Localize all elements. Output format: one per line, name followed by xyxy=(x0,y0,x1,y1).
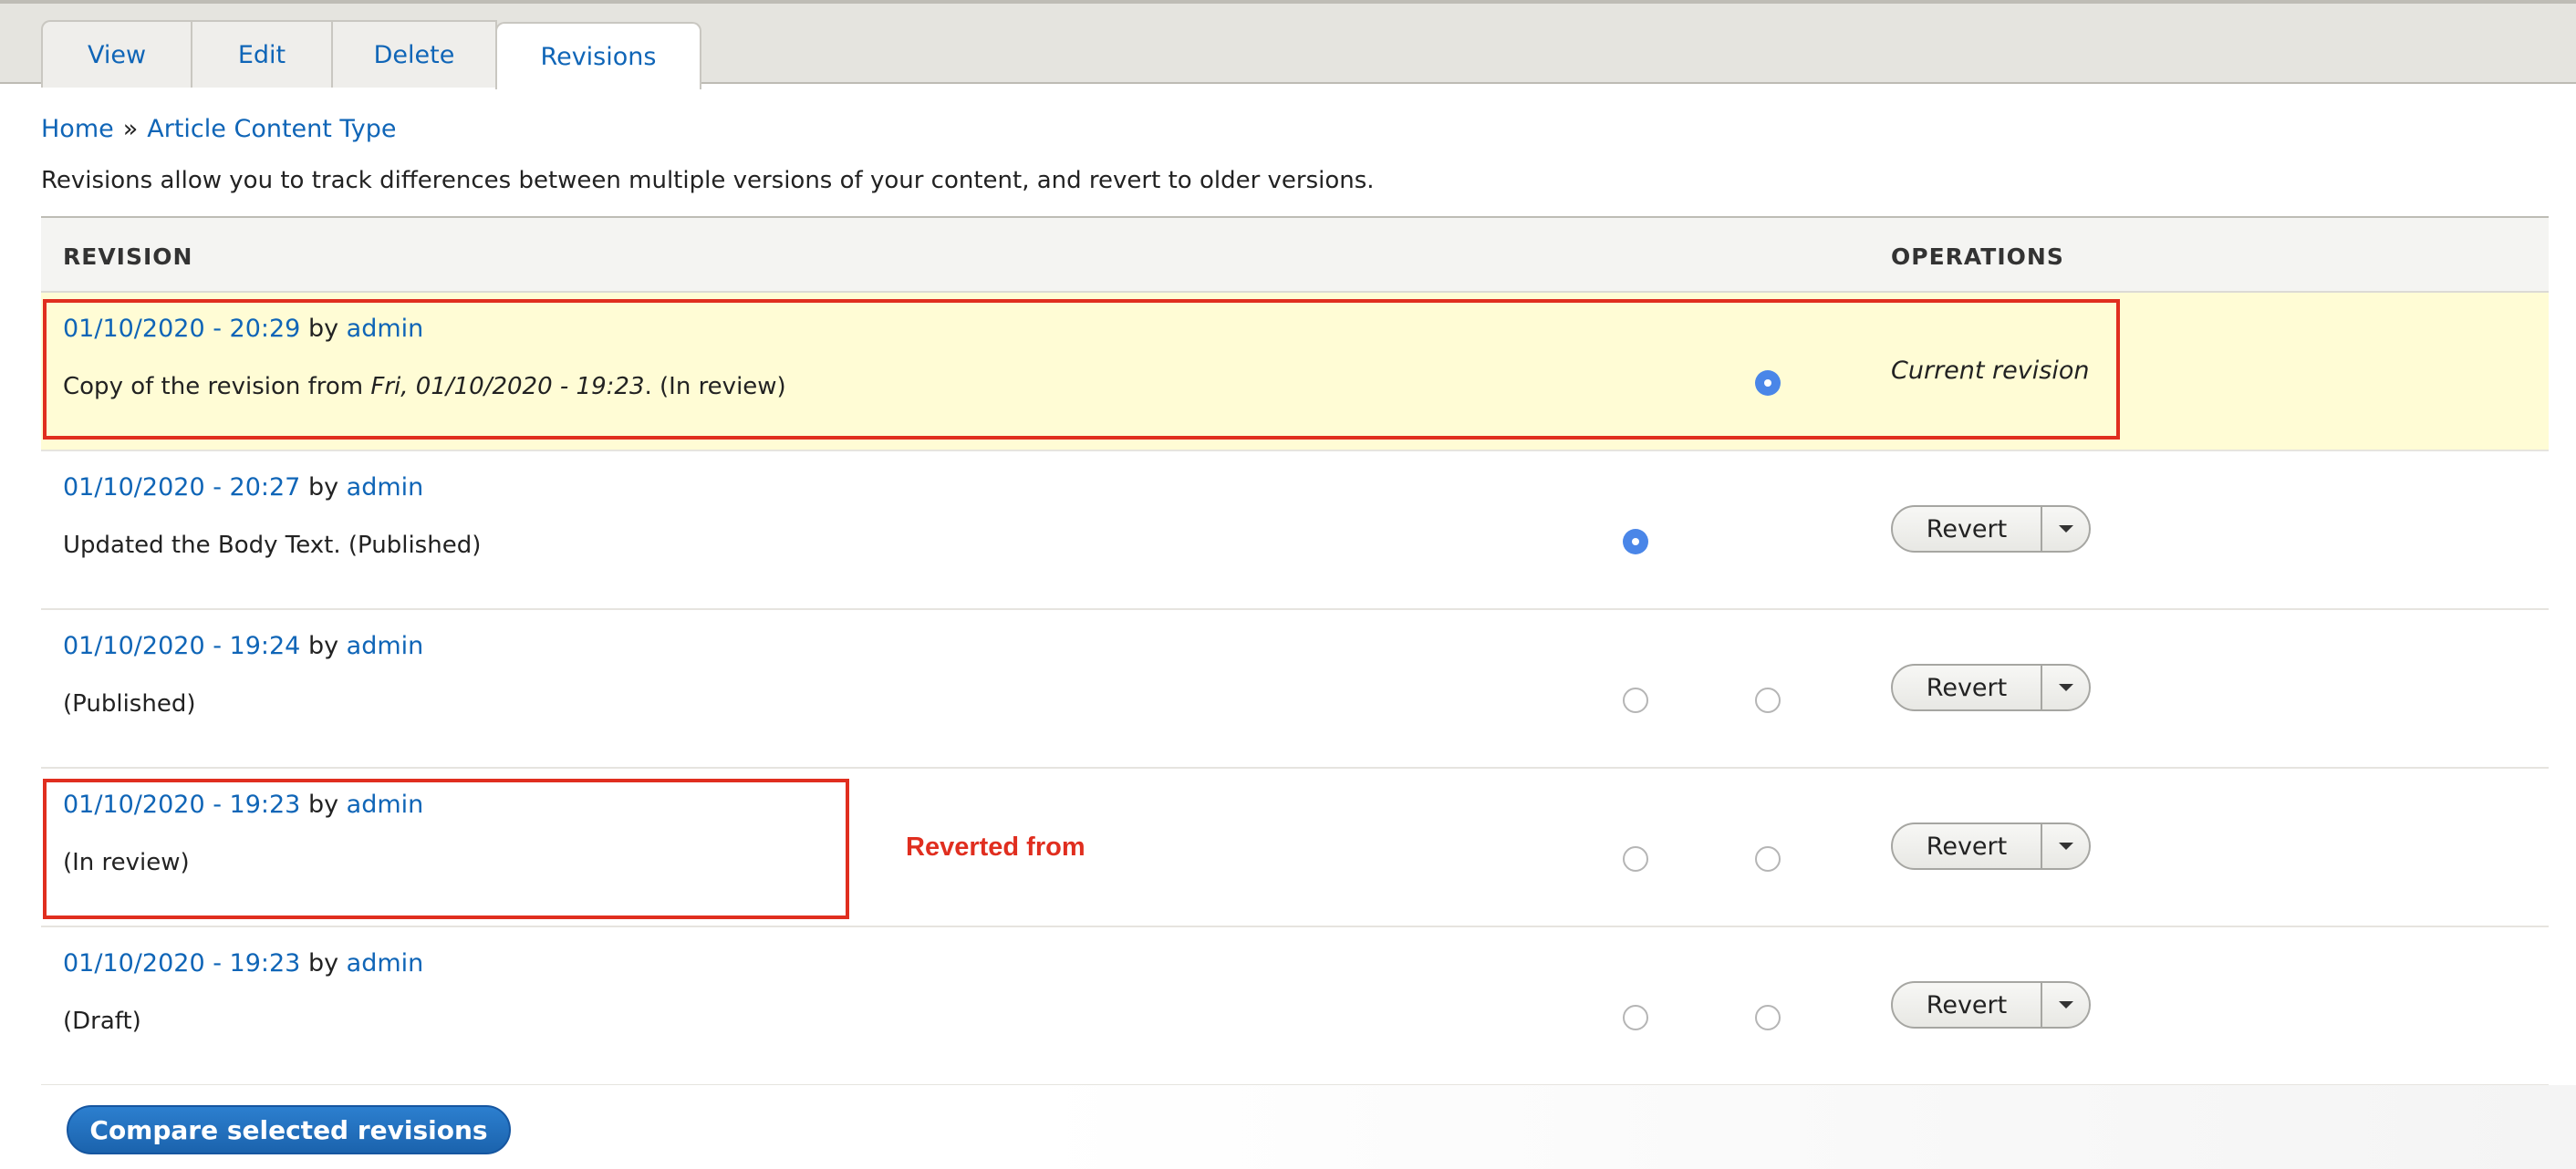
intro-text: Revisions allow you to track differences… xyxy=(41,167,1375,194)
tab-edit[interactable]: Edit xyxy=(191,20,333,88)
revision-meta: 01/10/2020 - 20:27 by admin xyxy=(63,473,423,502)
compare-radio-right[interactable] xyxy=(1755,688,1781,713)
revert-button[interactable]: Revert xyxy=(1893,666,2042,709)
header-operations: OPERATIONS xyxy=(1891,243,2064,270)
revision-description: (Draft) xyxy=(63,1008,141,1035)
revision-date-link[interactable]: 01/10/2020 - 19:24 xyxy=(63,632,300,660)
tab-bar: View Edit Delete Revisions xyxy=(0,0,2576,89)
revision-meta: 01/10/2020 - 19:23 by admin xyxy=(63,949,423,978)
compare-radio-right[interactable] xyxy=(1755,846,1781,872)
revision-date-link[interactable]: 01/10/2020 - 19:23 xyxy=(63,949,300,978)
chevron-down-icon xyxy=(2058,684,2073,691)
by-text: by xyxy=(307,315,339,343)
header-revision: REVISION xyxy=(63,243,193,270)
by-text: by xyxy=(307,949,339,978)
revision-description: (Published) xyxy=(63,690,196,718)
author-link[interactable]: admin xyxy=(347,473,424,502)
author-link[interactable]: admin xyxy=(347,949,424,978)
tab-delete[interactable]: Delete xyxy=(331,20,497,88)
table-row: 01/10/2020 - 19:24 by admin (Published) … xyxy=(41,610,2549,769)
author-link[interactable]: admin xyxy=(347,791,424,819)
compare-radio-left[interactable] xyxy=(1623,846,1648,872)
revision-meta: 01/10/2020 - 20:29 by admin xyxy=(63,315,423,343)
revert-button[interactable]: Revert xyxy=(1893,983,2042,1027)
revision-date-link[interactable]: 01/10/2020 - 19:23 xyxy=(63,791,300,819)
tab-revisions[interactable]: Revisions xyxy=(495,22,701,89)
revert-dropbutton: Revert xyxy=(1891,664,2091,711)
author-link[interactable]: admin xyxy=(347,315,424,343)
compare-revisions-button[interactable]: Compare selected revisions xyxy=(67,1105,511,1154)
breadcrumb-home[interactable]: Home xyxy=(41,115,114,143)
revert-button[interactable]: Revert xyxy=(1893,824,2042,868)
revert-dropbutton: Revert xyxy=(1891,822,2091,870)
compare-radio-left[interactable] xyxy=(1623,1005,1648,1030)
table-row: 01/10/2020 - 19:23 by admin (In review) … xyxy=(41,769,2549,927)
chevron-down-icon xyxy=(2058,1001,2073,1009)
revert-dropbutton: Revert xyxy=(1891,981,2091,1029)
table-row: 01/10/2020 - 19:23 by admin (Draft) Reve… xyxy=(41,927,2549,1086)
compare-radio-left[interactable] xyxy=(1623,529,1648,554)
operations-toggle[interactable] xyxy=(2042,824,2089,868)
compare-radio-right[interactable] xyxy=(1755,1005,1781,1030)
table-header: REVISION OPERATIONS xyxy=(41,216,2549,293)
revision-description: Copy of the revision from Fri, 01/10/202… xyxy=(63,373,786,400)
operations-toggle[interactable] xyxy=(2042,507,2089,551)
revision-date-link[interactable]: 01/10/2020 - 20:27 xyxy=(63,473,300,502)
by-text: by xyxy=(307,473,339,502)
chevron-down-icon xyxy=(2058,843,2073,850)
revision-date-link[interactable]: 01/10/2020 - 20:29 xyxy=(63,315,300,343)
breadcrumb: Home » Article Content Type xyxy=(41,115,396,143)
tab-view[interactable]: View xyxy=(41,20,192,88)
by-text: by xyxy=(307,791,339,819)
by-text: by xyxy=(307,632,339,660)
revision-meta: 01/10/2020 - 19:24 by admin xyxy=(63,632,423,660)
revision-meta: 01/10/2020 - 19:23 by admin xyxy=(63,791,423,819)
current-revision-label: Current revision xyxy=(1891,357,2090,385)
revert-dropbutton: Revert xyxy=(1891,505,2091,553)
breadcrumb-article[interactable]: Article Content Type xyxy=(147,115,396,143)
revision-description: Updated the Body Text. (Published) xyxy=(63,532,482,559)
table-row: 01/10/2020 - 20:27 by admin Updated the … xyxy=(41,451,2549,610)
revert-button[interactable]: Revert xyxy=(1893,507,2042,551)
table-row: 01/10/2020 - 20:29 by admin Copy of the … xyxy=(41,293,2549,451)
breadcrumb-separator: » xyxy=(122,115,139,143)
compare-radio-left[interactable] xyxy=(1623,688,1648,713)
annotation-reverted-from: Reverted from xyxy=(906,833,1085,862)
compare-radio-right[interactable] xyxy=(1755,370,1781,396)
operations-toggle[interactable] xyxy=(2042,666,2089,709)
operations-toggle[interactable] xyxy=(2042,983,2089,1027)
author-link[interactable]: admin xyxy=(347,632,424,660)
chevron-down-icon xyxy=(2058,525,2073,533)
revision-description: (In review) xyxy=(63,849,190,876)
revisions-page: View Edit Delete Revisions Home » Article … xyxy=(0,0,2576,1169)
